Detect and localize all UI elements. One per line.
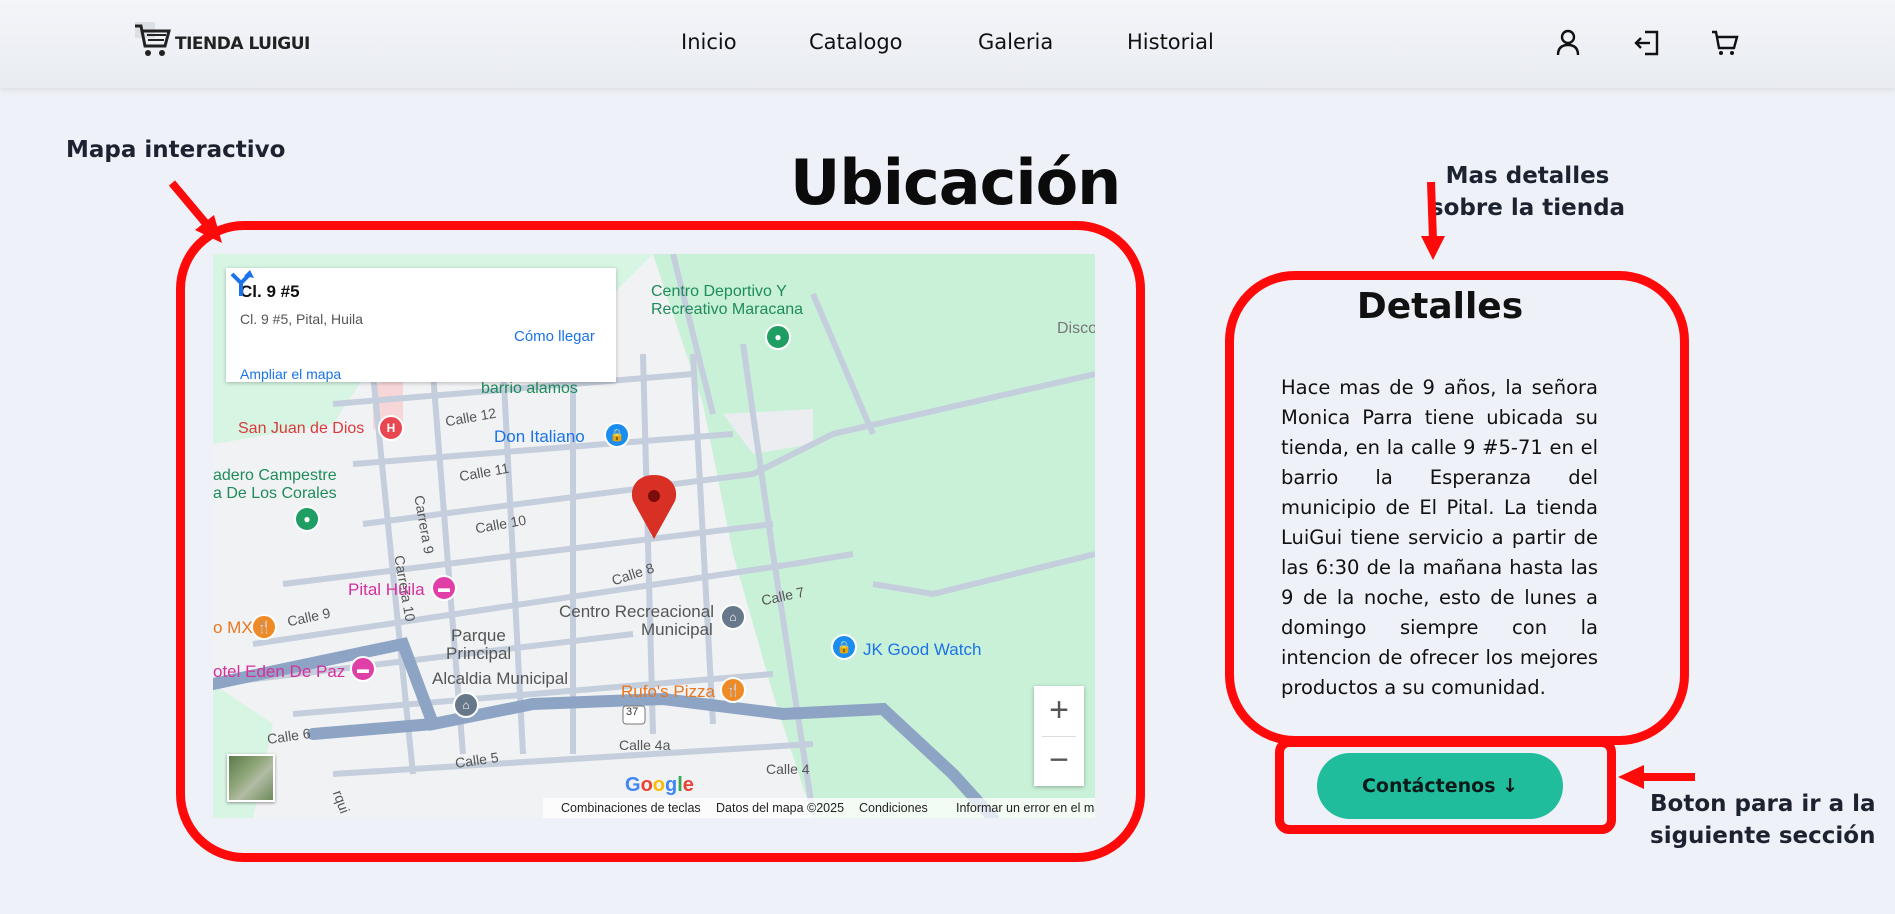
place-centro-2[interactable]: Municipal (641, 620, 713, 640)
jk-shop-pin-icon[interactable]: 🔒 (831, 634, 857, 660)
sports-pin-icon[interactable]: ● (765, 324, 791, 350)
place-mx[interactable]: o MX (213, 618, 253, 638)
place-eden[interactable]: otel Eden De Paz (213, 662, 345, 682)
place-pital[interactable]: Pital Huila (348, 580, 425, 600)
zoom-out-button[interactable]: − (1034, 736, 1084, 786)
place-corales[interactable]: a De Los Corales (213, 485, 337, 503)
hotel-pin-icon[interactable]: ▬ (431, 575, 457, 601)
map-footer: Combinaciones de teclas Datos del mapa ©… (543, 798, 1095, 818)
directions-link[interactable]: Cómo llegar (514, 328, 595, 345)
arrow-details-line (1427, 181, 1437, 241)
place-parque-2[interactable]: Principal (446, 644, 511, 664)
park-pin-icon[interactable]: ● (294, 506, 320, 532)
google-logo: Google (625, 774, 694, 796)
street-calle4a: Calle 4a (619, 737, 671, 753)
place-campestre[interactable]: adero Campestre (213, 467, 337, 485)
section-title: Ubicación (790, 146, 1121, 219)
info-card-address: Cl. 9 #5, Pital, Huila (240, 311, 363, 327)
satellite-toggle-button[interactable] (227, 754, 275, 802)
details-title: Detalles (1356, 286, 1524, 327)
place-sanjuan[interactable]: San Juan de Dios (238, 420, 364, 438)
keyboard-shortcuts-link[interactable]: Combinaciones de teclas (561, 801, 701, 815)
hotel-eden-pin-icon[interactable]: ▬ (350, 656, 376, 682)
place-italiano[interactable]: Don Italiano (494, 427, 585, 447)
place-alcaldia[interactable]: Alcaldia Municipal (432, 669, 568, 689)
arrow-details-head (1421, 236, 1445, 260)
zoom-in-button[interactable]: + (1034, 686, 1084, 736)
hospital-pin-icon[interactable]: H (378, 415, 404, 441)
government-pin-icon[interactable]: ⌂ (453, 692, 479, 718)
details-text: Hace mas de 9 años, la señora Monica Par… (1281, 376, 1598, 699)
terms-link[interactable]: Condiciones (859, 801, 928, 815)
interactive-map[interactable]: Calle 12 Calle 11 Calle 10 Calle 9 Calle… (213, 254, 1095, 818)
map-data-text: Datos del mapa ©2025 (716, 801, 845, 815)
place-alamos[interactable]: barrio alamos (481, 380, 578, 398)
place-parque-1[interactable]: Parque (451, 626, 506, 646)
place-jk[interactable]: JK Good Watch (863, 640, 981, 660)
map-info-card: Cl. 9 #5 Cl. 9 #5, Pital, Huila Cómo lle… (226, 268, 616, 382)
report-error-link[interactable]: Informar un error en el mapa (956, 801, 1095, 815)
rufos-pin-icon[interactable]: 🍴 (720, 677, 746, 703)
place-sports-2[interactable]: Recreativo Maracana (651, 301, 803, 319)
arrow-button-head (1618, 765, 1644, 789)
route-37-label: 37 (626, 706, 639, 718)
arrow-map-line (168, 180, 212, 229)
center-pin-icon[interactable]: ⌂ (720, 604, 746, 630)
expand-map-link[interactable]: Ampliar el mapa (240, 366, 341, 382)
street-calle4: Calle 4 (766, 761, 810, 777)
zoom-control: + − (1034, 686, 1084, 786)
place-sports-1[interactable]: Centro Deportivo Y (651, 283, 787, 301)
place-rufos[interactable]: Rufo's Pizza (621, 682, 715, 702)
place-disco[interactable]: Disco (1057, 320, 1095, 338)
place-centro-1[interactable]: Centro Recreacional (559, 602, 714, 622)
shop-pin-icon[interactable]: 🔒 (604, 422, 630, 448)
restaurant-pin-icon[interactable]: 🍴 (251, 614, 277, 640)
directions-icon[interactable] (226, 268, 256, 298)
contact-button[interactable]: Contáctenos ↓ (1317, 753, 1563, 819)
